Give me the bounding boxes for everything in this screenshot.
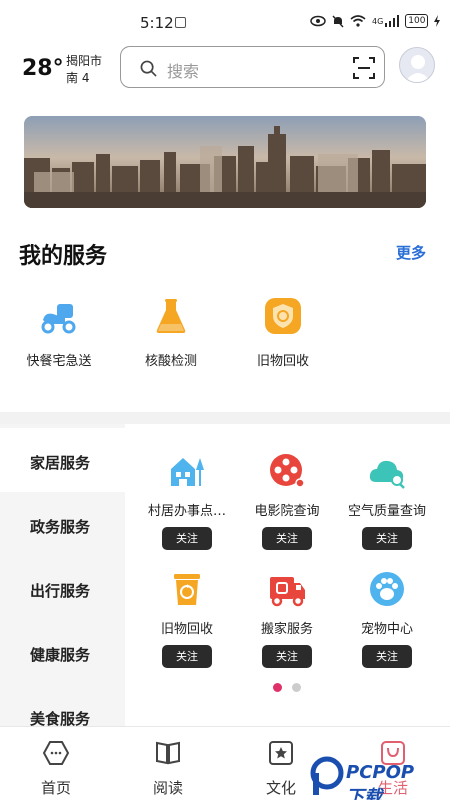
nav-home[interactable]: 首页 <box>16 727 96 800</box>
category-panel: 家居服务 政务服务 出行服务 健康服务 美食服务 村居办事点… 关注 电影院查询… <box>0 424 450 728</box>
scan-icon[interactable] <box>353 57 375 79</box>
follow-button[interactable]: 关注 <box>162 645 212 668</box>
watermark-text: PCPOP下载 <box>346 762 415 800</box>
page-dot[interactable] <box>292 683 301 692</box>
category-label: 健康服务 <box>30 646 91 664</box>
grid-item-village-office[interactable]: 村居办事点… 关注 <box>137 452 237 550</box>
nav-label: 阅读 <box>152 779 183 797</box>
more-link[interactable]: 更多 <box>396 242 426 263</box>
moving-truck-icon <box>270 577 305 607</box>
service-label: 核酸检测 <box>144 354 197 369</box>
nav-reading[interactable]: 阅读 <box>128 727 208 800</box>
cloud-search-icon <box>369 460 405 489</box>
service-recycling[interactable]: 旧物回收 <box>238 296 328 369</box>
wifi-icon <box>350 15 366 27</box>
signal-icon <box>385 15 400 27</box>
category-home[interactable]: 家居服务 <box>0 428 125 492</box>
flask-icon <box>156 299 186 333</box>
star-frame-icon <box>269 741 293 765</box>
banner-area <box>0 106 450 226</box>
category-label: 家居服务 <box>30 454 91 472</box>
grid-item-pet-center[interactable]: 宠物中心 关注 <box>337 570 437 668</box>
search-icon <box>140 60 157 77</box>
grid-item-moving[interactable]: 搬家服务 关注 <box>237 570 337 668</box>
scooter-icon <box>41 304 76 334</box>
grid-item-label: 旧物回收 <box>160 622 213 637</box>
house-tree-icon <box>171 458 204 486</box>
service-label: 旧物回收 <box>256 354 309 369</box>
weather-temperature: 28° <box>22 56 64 81</box>
book-icon <box>156 741 180 765</box>
network-type: 4G <box>372 16 384 26</box>
category-travel[interactable]: 出行服务 <box>0 556 125 620</box>
page-dot-active[interactable] <box>273 683 282 692</box>
status-icons: 4G 100 <box>310 14 441 28</box>
service-food-delivery[interactable]: 快餐宅急送 <box>14 296 104 369</box>
grid-item-label: 村居办事点… <box>147 504 226 519</box>
follow-button[interactable]: 关注 <box>262 527 312 550</box>
status-notification-icon <box>175 17 186 28</box>
status-bar: 5:12 4G 100 <box>0 0 450 40</box>
category-health[interactable]: 健康服务 <box>0 620 125 684</box>
avatar[interactable] <box>399 47 435 83</box>
category-label: 出行服务 <box>30 582 91 600</box>
charging-icon <box>434 15 441 27</box>
follow-button[interactable]: 关注 <box>262 645 312 668</box>
my-services-title: 我的服务 <box>19 244 108 269</box>
nav-culture[interactable]: 文化 <box>241 727 321 800</box>
my-services-section: 我的服务 更多 快餐宅急送 核酸检测 旧物回收 <box>0 226 450 412</box>
top-header: 28° 揭阳市 南 4 搜索 <box>0 40 450 106</box>
weather-city: 揭阳市 <box>66 54 103 68</box>
grid-item-air-quality[interactable]: 空气质量查询 关注 <box>337 452 437 550</box>
follow-button[interactable]: 关注 <box>362 645 412 668</box>
grid-item-label: 搬家服务 <box>260 622 313 637</box>
grid-item-label: 电影院查询 <box>254 504 320 519</box>
category-label: 政务服务 <box>30 518 91 536</box>
category-sidebar: 家居服务 政务服务 出行服务 健康服务 美食服务 <box>0 424 125 728</box>
follow-button[interactable]: 关注 <box>362 527 412 550</box>
pcpop-logo-icon <box>310 756 344 795</box>
user-silhouette-icon <box>405 55 431 82</box>
search-placeholder: 搜索 <box>167 62 200 81</box>
service-label: 快餐宅急送 <box>26 354 92 369</box>
battery-indicator: 100 <box>405 14 429 28</box>
search-input[interactable]: 搜索 <box>120 46 385 88</box>
mute-icon <box>332 15 344 27</box>
recycle-shield-icon <box>265 298 301 334</box>
pcpop-watermark: PCPOP下载 <box>310 756 414 800</box>
city-skyline-banner[interactable] <box>24 116 426 208</box>
nav-label: 首页 <box>40 779 71 797</box>
category-government[interactable]: 政务服务 <box>0 492 125 556</box>
weather-wind: 南 4 <box>66 71 90 85</box>
grid-item-recycling[interactable]: 旧物回收 关注 <box>137 570 237 668</box>
city-skyline-image <box>24 116 426 208</box>
follow-button[interactable]: 关注 <box>162 527 212 550</box>
home-icon <box>42 741 70 765</box>
grid-item-label: 宠物中心 <box>360 622 413 637</box>
grid-item-cinema[interactable]: 电影院查询 关注 <box>237 452 337 550</box>
eye-icon <box>310 15 326 27</box>
nav-label: 文化 <box>265 779 296 797</box>
paw-icon <box>370 572 404 606</box>
recycle-bin-icon <box>174 574 200 605</box>
film-reel-icon <box>270 454 305 488</box>
service-nucleic-test[interactable]: 核酸检测 <box>126 296 216 369</box>
grid-item-label: 空气质量查询 <box>347 504 426 519</box>
status-time: 5:12 <box>140 14 174 32</box>
